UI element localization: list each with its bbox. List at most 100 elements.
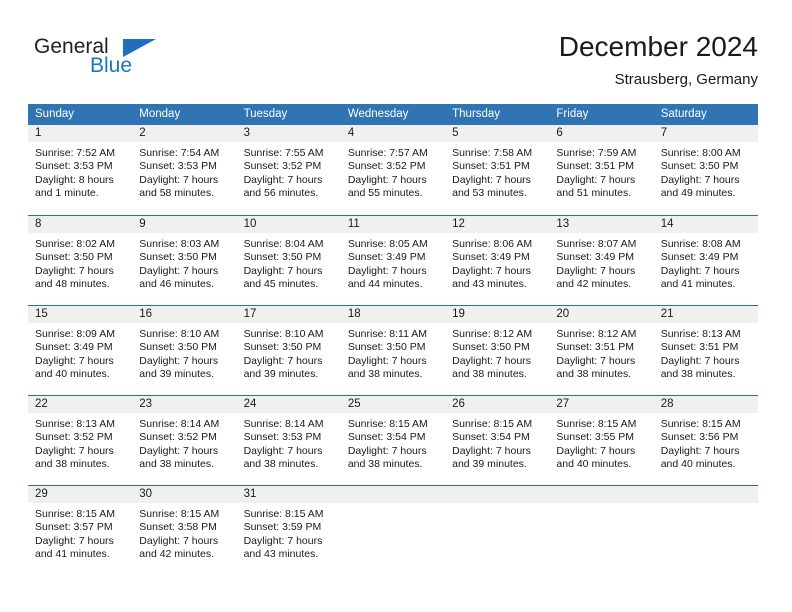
day-cell[interactable]: 13 Sunrise: 8:07 AM Sunset: 3:49 PM Dayligh… bbox=[549, 215, 654, 305]
daylight-text-line1: Daylight: 8 hours bbox=[35, 173, 114, 186]
daylight-text-line1: Daylight: 7 hours bbox=[35, 534, 114, 547]
day-details: Sunrise: 8:15 AM Sunset: 3:56 PM Daylight:… bbox=[654, 413, 758, 472]
day-cell[interactable]: 7 Sunrise: 8:00 AM Sunset: 3:50 PM Daylight… bbox=[653, 125, 758, 215]
day-cell[interactable]: 28 Sunrise: 8:15 AM Sunset: 3:56 PM Dayligh… bbox=[653, 395, 758, 485]
day-details: Sunrise: 8:14 AM Sunset: 3:52 PM Daylight:… bbox=[132, 413, 236, 472]
day-cell[interactable]: 6 Sunrise: 7:59 AM Sunset: 3:51 PM Daylight… bbox=[549, 125, 654, 215]
daylight-text-line1: Daylight: 7 hours bbox=[660, 173, 740, 186]
day-number: 30 bbox=[139, 488, 153, 500]
daylight-text-line2: and 55 minutes. bbox=[347, 187, 423, 200]
daylight-text-line1: Daylight: 7 hours bbox=[347, 173, 427, 186]
sunset-text: Sunset: 3:49 PM bbox=[452, 251, 530, 264]
sunset-text: Sunset: 3:51 PM bbox=[556, 341, 635, 354]
daylight-text-line1: Daylight: 7 hours bbox=[139, 264, 219, 277]
sunrise-text: Sunrise: 7:54 AM bbox=[139, 147, 220, 159]
day-number: 12 bbox=[452, 218, 465, 230]
sunrise-text: Sunrise: 8:05 AM bbox=[347, 238, 428, 250]
sunset-text: Sunset: 3:49 PM bbox=[35, 341, 113, 354]
daylight-text-line2: and 38 minutes. bbox=[243, 458, 319, 471]
sunrise-text: Sunrise: 8:15 AM bbox=[139, 508, 220, 520]
day-details: Sunrise: 8:09 AM Sunset: 3:49 PM Daylight:… bbox=[28, 323, 132, 382]
page-title: December 2024 bbox=[558, 31, 758, 62]
daylight-text-line2: and 44 minutes. bbox=[347, 278, 423, 291]
day-number: 23 bbox=[139, 398, 153, 410]
daylight-text-line1: Daylight: 7 hours bbox=[347, 354, 427, 367]
sunrise-text: Sunrise: 8:14 AM bbox=[139, 418, 220, 430]
sunset-text: Sunset: 3:50 PM bbox=[35, 251, 113, 264]
daylight-text-line2: and 42 minutes. bbox=[139, 548, 214, 561]
daylight-text-line1: Daylight: 7 hours bbox=[35, 444, 114, 457]
day-details: Sunrise: 8:02 AM Sunset: 3:50 PM Daylight:… bbox=[28, 233, 132, 292]
day-cell[interactable]: 14 Sunrise: 8:08 AM Sunset: 3:49 PM Dayligh… bbox=[653, 215, 758, 305]
day-cell[interactable]: 10 Sunrise: 8:04 AM Sunset: 3:50 PM Dayligh… bbox=[236, 215, 341, 305]
sunrise-text: Sunrise: 8:14 AM bbox=[243, 418, 324, 430]
day-cell[interactable]: 21 Sunrise: 8:13 AM Sunset: 3:51 PM Dayligh… bbox=[653, 305, 758, 395]
day-cell[interactable]: 2 Sunrise: 7:54 AM Sunset: 3:53 PM Daylight… bbox=[132, 125, 237, 215]
day-cell[interactable]: 16 Sunrise: 8:10 AM Sunset: 3:50 PM Dayligh… bbox=[132, 305, 237, 395]
day-cell[interactable]: 24 Sunrise: 8:14 AM Sunset: 3:53 PM Dayligh… bbox=[236, 395, 341, 485]
day-cell[interactable]: 4 Sunrise: 7:57 AM Sunset: 3:52 PM Daylight… bbox=[340, 125, 446, 215]
daylight-text-line1: Daylight: 7 hours bbox=[347, 444, 427, 457]
day-cell[interactable]: 18 Sunrise: 8:11 AM Sunset: 3:50 PM Dayligh… bbox=[340, 305, 446, 395]
sunset-text: Sunset: 3:50 PM bbox=[243, 341, 322, 354]
day-details: Sunrise: 8:15 AM Sunset: 3:54 PM Daylight:… bbox=[341, 413, 445, 472]
sunset-text: Sunset: 3:57 PM bbox=[35, 521, 113, 534]
sunrise-text: Sunrise: 7:58 AM bbox=[452, 147, 533, 159]
day-number: 10 bbox=[243, 218, 257, 230]
sunrise-text: Sunrise: 8:10 AM bbox=[139, 328, 220, 340]
day-cell[interactable]: 1 Sunrise: 7:52 AM Sunset: 3:53 PM Daylight… bbox=[28, 125, 133, 215]
daylight-text-line2: and 45 minutes. bbox=[243, 278, 319, 291]
sunset-text: Sunset: 3:54 PM bbox=[347, 431, 426, 444]
day-cell[interactable]: 31 Sunrise: 8:15 AM Sunset: 3:59 PM Dayligh… bbox=[236, 485, 341, 575]
day-cell[interactable]: 27 Sunrise: 8:15 AM Sunset: 3:55 PM Dayligh… bbox=[549, 395, 654, 485]
day-cell[interactable]: 12 Sunrise: 8:06 AM Sunset: 3:49 PM Dayligh… bbox=[445, 215, 550, 305]
day-cell[interactable]: 23 Sunrise: 8:14 AM Sunset: 3:52 PM Dayligh… bbox=[132, 395, 237, 485]
day-cell[interactable]: 15 Sunrise: 8:09 AM Sunset: 3:49 PM Dayligh… bbox=[28, 305, 133, 395]
logo-text-blue: Blue bbox=[90, 54, 133, 77]
daylight-text-line1: Daylight: 7 hours bbox=[243, 354, 323, 367]
day-cell[interactable]: 20 Sunrise: 8:12 AM Sunset: 3:51 PM Dayligh… bbox=[549, 305, 654, 395]
sunrise-text: Sunrise: 8:03 AM bbox=[139, 238, 220, 250]
sunrise-text: Sunrise: 8:04 AM bbox=[243, 238, 324, 250]
sunrise-text: Sunrise: 7:52 AM bbox=[35, 147, 115, 159]
sunrise-text: Sunrise: 8:15 AM bbox=[347, 418, 428, 430]
sunset-text: Sunset: 3:49 PM bbox=[347, 251, 426, 264]
day-cell[interactable]: 9 Sunrise: 8:03 AM Sunset: 3:50 PM Daylight… bbox=[132, 215, 237, 305]
sunset-text: Sunset: 3:50 PM bbox=[139, 251, 217, 264]
daylight-text-line2: and 38 minutes. bbox=[35, 458, 110, 471]
day-number: 7 bbox=[660, 127, 668, 139]
day-cell[interactable]: 19 Sunrise: 8:12 AM Sunset: 3:50 PM Dayligh… bbox=[445, 305, 550, 395]
day-cell[interactable]: 11 Sunrise: 8:05 AM Sunset: 3:49 PM Dayligh… bbox=[340, 215, 446, 305]
sunset-text: Sunset: 3:49 PM bbox=[660, 251, 739, 264]
sunrise-text: Sunrise: 8:07 AM bbox=[556, 238, 637, 250]
day-cell[interactable]: 3 Sunrise: 7:55 AM Sunset: 3:52 PM Daylight… bbox=[236, 125, 341, 215]
day-details: Sunrise: 8:08 AM Sunset: 3:49 PM Daylight:… bbox=[654, 233, 758, 292]
day-number: 19 bbox=[452, 308, 465, 320]
day-cell[interactable]: 30 Sunrise: 8:15 AM Sunset: 3:58 PM Dayligh… bbox=[132, 485, 237, 575]
daylight-text-line2: and 49 minutes. bbox=[660, 187, 736, 200]
sunset-text: Sunset: 3:56 PM bbox=[660, 431, 739, 444]
calendar-header-row: Sunday Monday Tuesday Wednesday Thursday… bbox=[28, 104, 758, 125]
sunrise-text: Sunrise: 8:00 AM bbox=[660, 147, 741, 159]
daylight-text-line1: Daylight: 7 hours bbox=[139, 444, 219, 457]
day-cell[interactable]: 22 Sunrise: 8:13 AM Sunset: 3:52 PM Dayligh… bbox=[28, 395, 133, 485]
day-details: Sunrise: 8:06 AM Sunset: 3:49 PM Daylight:… bbox=[445, 233, 549, 292]
daylight-text-line2: and 40 minutes. bbox=[556, 458, 632, 471]
day-number: 29 bbox=[35, 488, 48, 500]
day-cell[interactable]: 8 Sunrise: 8:02 AM Sunset: 3:50 PM Daylight… bbox=[28, 215, 133, 305]
daylight-text-line1: Daylight: 7 hours bbox=[556, 264, 636, 277]
day-cell[interactable]: 26 Sunrise: 8:15 AM Sunset: 3:54 PM Dayligh… bbox=[445, 395, 550, 485]
day-details: Sunrise: 8:10 AM Sunset: 3:50 PM Daylight:… bbox=[237, 323, 341, 382]
day-cell[interactable]: 17 Sunrise: 8:10 AM Sunset: 3:50 PM Dayligh… bbox=[236, 305, 341, 395]
day-number: 20 bbox=[556, 308, 570, 320]
sunset-text: Sunset: 3:52 PM bbox=[243, 160, 322, 173]
day-cell-empty bbox=[549, 485, 654, 575]
day-cell[interactable]: 25 Sunrise: 8:15 AM Sunset: 3:54 PM Dayligh… bbox=[340, 395, 446, 485]
daylight-text-line2: and 40 minutes. bbox=[35, 368, 110, 381]
calendar-body: 1 Sunrise: 7:52 AM Sunset: 3:53 PM Daylight… bbox=[28, 125, 758, 575]
day-cell[interactable]: 5 Sunrise: 7:58 AM Sunset: 3:51 PM Daylight… bbox=[445, 125, 550, 215]
sunset-text: Sunset: 3:50 PM bbox=[139, 341, 217, 354]
calendar-table: Sunday Monday Tuesday Wednesday Thursday… bbox=[28, 104, 758, 575]
day-cell[interactable]: 29 Sunrise: 8:15 AM Sunset: 3:57 PM Dayligh… bbox=[28, 485, 133, 575]
weekday-header-thursday: Thursday bbox=[445, 104, 550, 125]
